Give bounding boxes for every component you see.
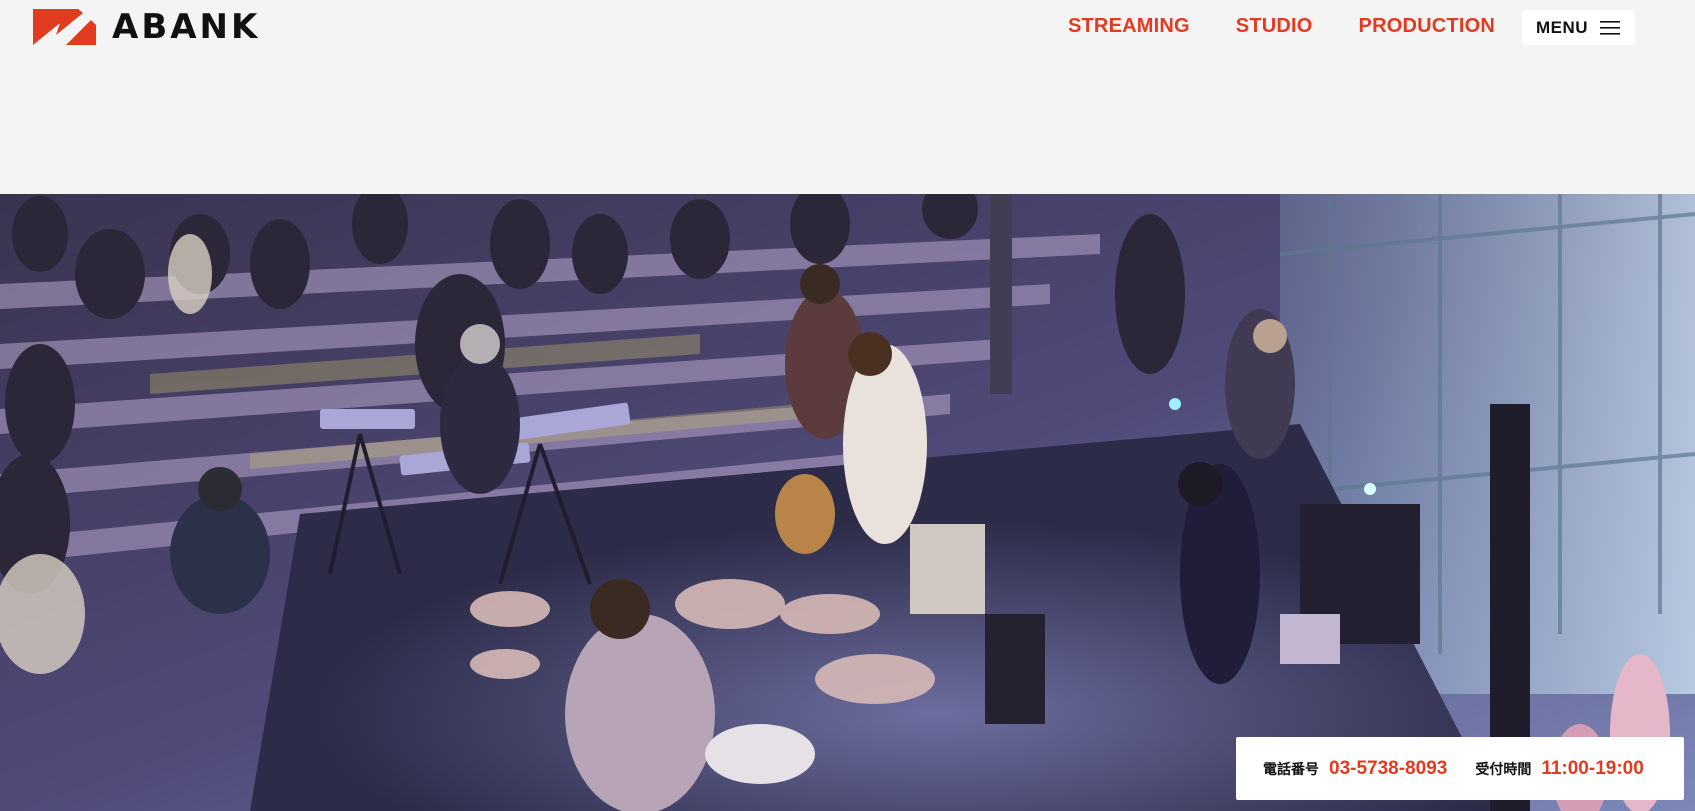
hamburger-icon	[1600, 20, 1621, 35]
logo-link[interactable]: ABANK	[33, 9, 260, 45]
hours-value: 11:00-19:00	[1541, 757, 1644, 779]
nav-item-streaming[interactable]: STREAMING	[1068, 14, 1190, 38]
main-nav: STREAMING STUDIO PRODUCTION	[1068, 14, 1495, 38]
menu-button[interactable]: MENU	[1522, 10, 1635, 45]
site-header: ABANK STREAMING STUDIO PRODUCTION MENU	[0, 0, 1695, 56]
nav-item-production[interactable]: PRODUCTION	[1359, 14, 1495, 38]
brand-name: ABANK	[112, 7, 261, 47]
phone-number-link[interactable]: 03-5738-8093	[1329, 758, 1447, 780]
abank-logo-icon	[33, 9, 96, 45]
hours-label: 受付時間	[1475, 760, 1532, 777]
menu-label: MENU	[1536, 17, 1589, 37]
phone-label: 電話番号	[1263, 760, 1319, 777]
concert-photo	[0, 194, 1695, 811]
contact-box: 電話番号 03-5738-8093 受付時間 11:00-19:00	[1236, 737, 1684, 800]
hero-image	[0, 194, 1695, 811]
nav-item-studio[interactable]: STUDIO	[1236, 14, 1313, 38]
